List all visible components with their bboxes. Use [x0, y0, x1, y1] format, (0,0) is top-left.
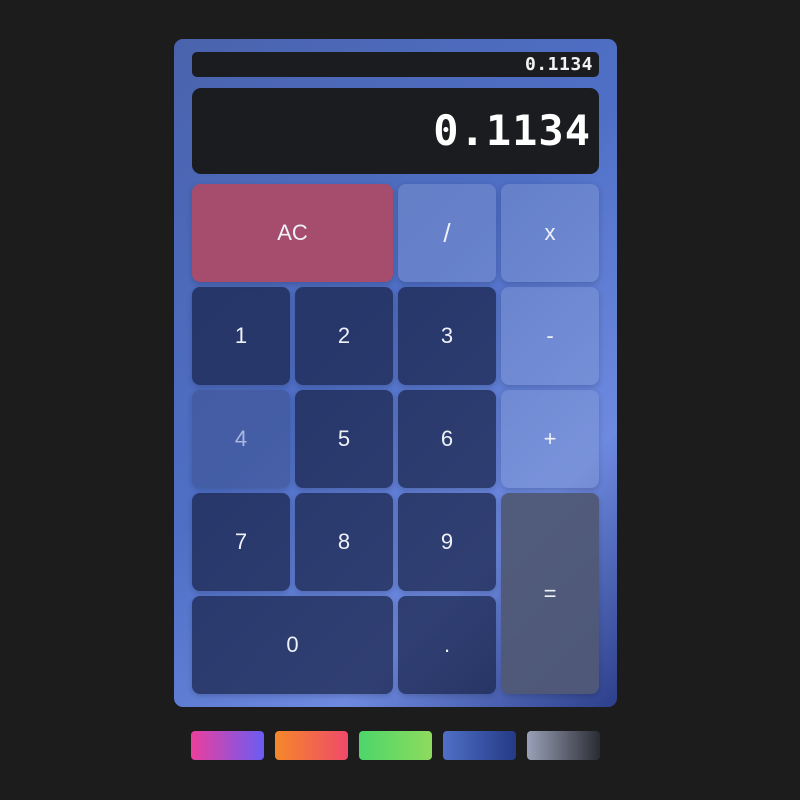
digit-1-button[interactable]: 1: [192, 287, 290, 385]
history-display: 0.1134: [192, 52, 599, 77]
digit-0-button[interactable]: 0: [192, 596, 393, 694]
plus-button[interactable]: +: [501, 390, 599, 488]
main-display: 0.1134: [192, 88, 599, 174]
minus-button[interactable]: -: [501, 287, 599, 385]
divide-button[interactable]: /: [398, 184, 496, 282]
decimal-button[interactable]: .: [398, 596, 496, 694]
digit-6-button[interactable]: 6: [398, 390, 496, 488]
digit-2-button[interactable]: 2: [295, 287, 393, 385]
digit-9-button[interactable]: 9: [398, 493, 496, 591]
digit-7-button[interactable]: 7: [192, 493, 290, 591]
theme-swatch-gray[interactable]: [527, 731, 600, 760]
multiply-button[interactable]: x: [501, 184, 599, 282]
theme-swatch-blue[interactable]: [443, 731, 516, 760]
digit-4-button[interactable]: 4: [192, 390, 290, 488]
theme-swatch-pink-purple[interactable]: [191, 731, 264, 760]
theme-swatch-green[interactable]: [359, 731, 432, 760]
clear-button[interactable]: AC: [192, 184, 393, 282]
digit-5-button[interactable]: 5: [295, 390, 393, 488]
digit-8-button[interactable]: 8: [295, 493, 393, 591]
digit-3-button[interactable]: 3: [398, 287, 496, 385]
equals-button[interactable]: =: [501, 493, 599, 694]
theme-swatch-orange-red[interactable]: [275, 731, 348, 760]
calculator-panel: 0.1134 0.1134 AC / x 1 2 3 - 4 5 6 + 7 8…: [174, 39, 617, 707]
